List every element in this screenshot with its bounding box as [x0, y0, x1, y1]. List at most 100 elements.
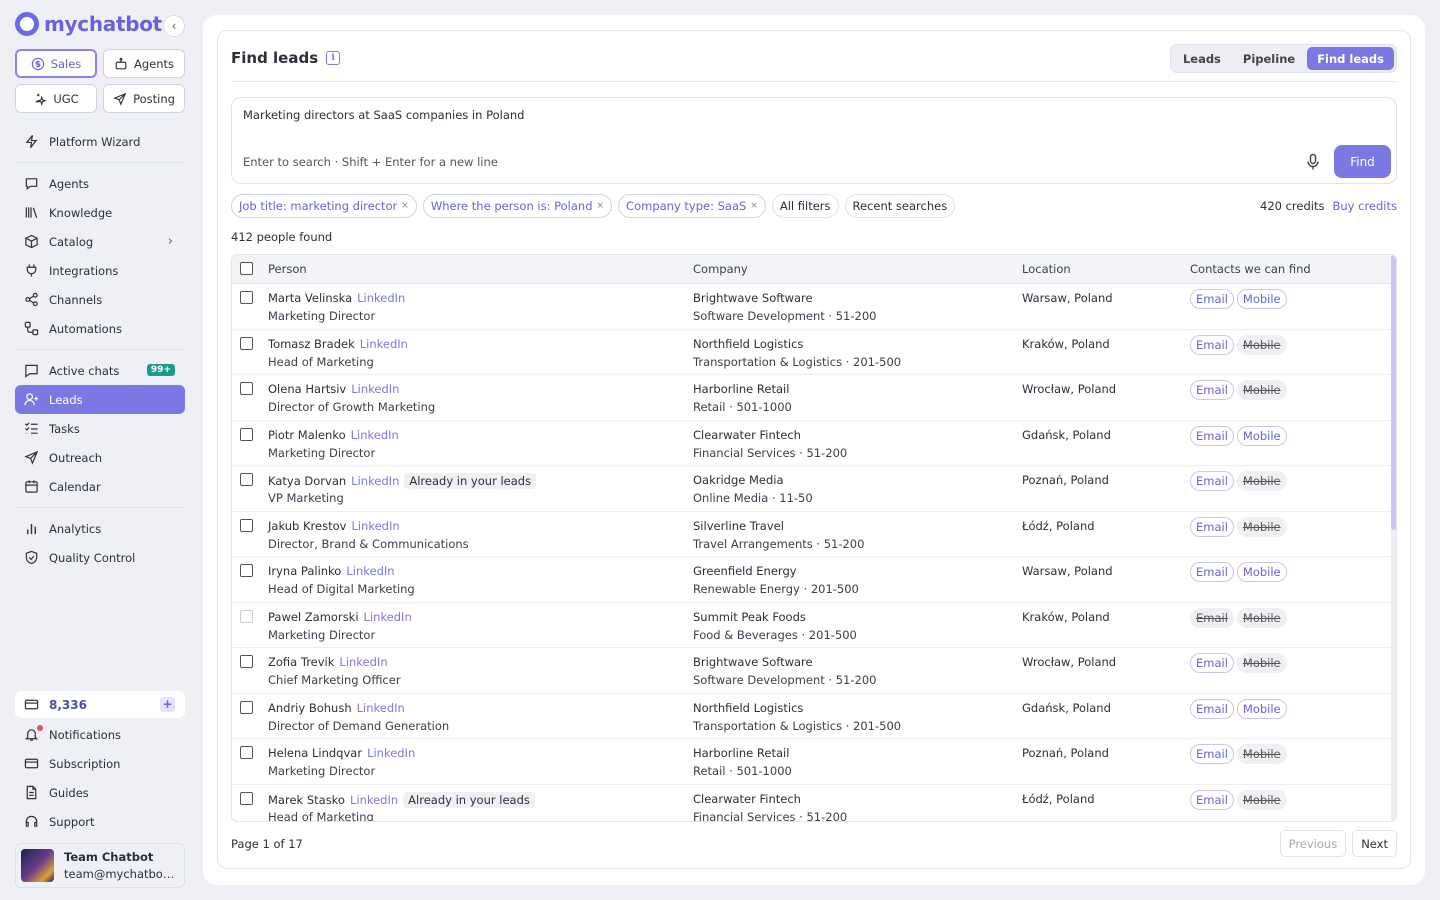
- email-pill[interactable]: Email: [1190, 425, 1234, 446]
- linkedin-link[interactable]: LinkedIn: [367, 746, 415, 760]
- microphone-icon[interactable]: [1305, 153, 1321, 171]
- linkedin-link[interactable]: LinkedIn: [357, 701, 405, 715]
- linkedin-link[interactable]: LinkedIn: [360, 337, 408, 351]
- linkedin-link[interactable]: LinkedIn: [350, 793, 398, 807]
- row-checkbox[interactable]: [240, 609, 253, 623]
- close-icon[interactable]: ×: [401, 201, 409, 211]
- scroll-thumb[interactable]: [1391, 255, 1396, 530]
- tab-leads[interactable]: Leads: [1173, 47, 1231, 70]
- nav-subscription[interactable]: Subscription: [15, 749, 185, 778]
- linkedin-link[interactable]: LinkedIn: [346, 564, 394, 578]
- recent-searches-button[interactable]: Recent searches: [844, 194, 956, 218]
- nav-analytics[interactable]: Analytics: [15, 514, 185, 543]
- email-pill[interactable]: Email: [1190, 698, 1234, 719]
- table-row[interactable]: Olena Hartsiv LinkedIn Director of Growth …: [232, 375, 1396, 421]
- email-pill[interactable]: Email: [1190, 289, 1234, 309]
- nav-integrations[interactable]: Integrations: [15, 256, 185, 285]
- row-checkbox[interactable]: [240, 700, 253, 714]
- email-pill[interactable]: Email: [1190, 653, 1234, 673]
- linkedin-link[interactable]: LinkedIn: [351, 474, 399, 488]
- nav-leads[interactable]: Leads: [15, 385, 185, 414]
- table-row[interactable]: Marek Stasko LinkedIn Already in your lead…: [232, 785, 1396, 821]
- table-row[interactable]: Piotr Malenko LinkedIn Marketing Director C…: [232, 421, 1396, 466]
- search-query[interactable]: Marketing directors at SaaS companies in…: [243, 108, 524, 122]
- tab-pipeline[interactable]: Pipeline: [1233, 47, 1305, 70]
- row-checkbox[interactable]: [240, 473, 253, 486]
- row-checkbox[interactable]: [240, 427, 253, 441]
- row-checkbox[interactable]: [240, 564, 253, 577]
- linkedin-link[interactable]: LinkedIn: [339, 655, 387, 669]
- nav-active-chats[interactable]: Active chats 99+: [15, 356, 185, 385]
- row-checkbox[interactable]: [240, 791, 253, 805]
- select-all-checkbox[interactable]: [240, 262, 253, 275]
- row-checkbox[interactable]: [240, 291, 253, 304]
- nav-platform-wizard[interactable]: Platform Wizard: [15, 127, 185, 156]
- credits-balance[interactable]: 8,336 +: [15, 691, 185, 718]
- logo[interactable]: mychatbot: [15, 12, 162, 36]
- previous-page-button[interactable]: Previous: [1279, 830, 1347, 857]
- filter-chip-location[interactable]: Where the person is: Poland ×: [422, 194, 613, 218]
- table-row[interactable]: Jakub Krestov LinkedIn Director, Brand & C…: [232, 512, 1396, 557]
- nav-tasks[interactable]: Tasks: [15, 414, 185, 443]
- mobile-pill[interactable]: Mobile: [1236, 425, 1287, 446]
- next-page-button[interactable]: Next: [1352, 830, 1397, 857]
- email-pill[interactable]: Email: [1190, 789, 1234, 810]
- table-row[interactable]: Helena Lindqvar LinkedIn Marketing Directo…: [232, 739, 1396, 785]
- tab-find-leads[interactable]: Find leads: [1307, 47, 1394, 70]
- linkedin-link[interactable]: LinkedIn: [351, 519, 399, 533]
- linkedin-link[interactable]: LinkedIn: [364, 610, 412, 624]
- nav-agents[interactable]: Agents: [15, 169, 185, 198]
- search-input[interactable]: Marketing directors at SaaS companies in…: [231, 97, 1397, 184]
- nav-calendar[interactable]: Calendar: [15, 472, 185, 501]
- mode-agents-button[interactable]: Agents: [103, 49, 185, 78]
- linkedin-link[interactable]: LinkedIn: [351, 428, 399, 442]
- email-pill[interactable]: Email: [1190, 516, 1234, 537]
- filter-chip-company-type[interactable]: Company type: SaaS ×: [618, 194, 766, 218]
- row-checkbox[interactable]: [240, 518, 253, 532]
- email-pill[interactable]: Email: [1190, 744, 1234, 764]
- table-scrollbar[interactable]: [1391, 255, 1396, 821]
- mobile-pill[interactable]: Mobile: [1236, 698, 1287, 719]
- nav-guides[interactable]: Guides: [15, 778, 185, 807]
- linkedin-link[interactable]: LinkedIn: [357, 291, 405, 305]
- table-row[interactable]: Iryna Palinko LinkedIn Head of Digital Mar…: [232, 557, 1396, 603]
- info-icon[interactable]: i: [326, 51, 341, 65]
- mode-posting-button[interactable]: Posting: [103, 84, 185, 113]
- find-button[interactable]: Find: [1334, 145, 1391, 178]
- buy-credits-link[interactable]: Buy credits: [1332, 199, 1397, 213]
- all-filters-button[interactable]: All filters: [771, 194, 839, 218]
- mobile-pill[interactable]: Mobile: [1236, 289, 1287, 309]
- table-row[interactable]: Marta Velinska LinkedIn Marketing Director…: [232, 284, 1396, 330]
- row-checkbox[interactable]: [240, 336, 253, 350]
- row-checkbox[interactable]: [240, 655, 253, 668]
- email-pill[interactable]: Email: [1190, 334, 1234, 355]
- email-pill[interactable]: Email: [1190, 562, 1234, 582]
- table-row[interactable]: Katya Dorvan LinkedIn Already in your lead…: [232, 466, 1396, 512]
- table-row[interactable]: Tomasz Bradek LinkedIn Head of Marketing No…: [232, 330, 1396, 375]
- table-row[interactable]: Andriy Bohush LinkedIn Director of Demand …: [232, 694, 1396, 739]
- nav-outreach[interactable]: Outreach: [15, 443, 185, 472]
- user-profile[interactable]: Team Chatbot team@mychatbot.com: [15, 843, 185, 888]
- linkedin-link[interactable]: LinkedIn: [351, 382, 399, 396]
- add-credits-button[interactable]: +: [160, 697, 175, 712]
- row-checkbox[interactable]: [240, 382, 253, 395]
- nav-notifications[interactable]: Notifications: [15, 720, 185, 749]
- mode-ugc-button[interactable]: UGC: [15, 84, 97, 113]
- close-icon[interactable]: ×: [750, 201, 758, 211]
- close-icon[interactable]: ×: [597, 201, 605, 211]
- mode-sales-button[interactable]: Sales: [15, 49, 97, 78]
- row-checkbox[interactable]: [240, 746, 253, 759]
- nav-quality-control[interactable]: Quality Control: [15, 543, 185, 572]
- table-row[interactable]: Pawel Zamorski LinkedIn Marketing Director…: [232, 603, 1396, 648]
- filter-chip-job-title[interactable]: Job title: marketing director ×: [231, 194, 417, 218]
- nav-automations[interactable]: Automations: [15, 314, 185, 343]
- nav-support[interactable]: Support: [15, 807, 185, 836]
- nav-channels[interactable]: Channels: [15, 285, 185, 314]
- collapse-sidebar-button[interactable]: ‹: [163, 15, 185, 37]
- nav-catalog[interactable]: Catalog ›: [15, 227, 185, 256]
- nav-knowledge[interactable]: Knowledge: [15, 198, 185, 227]
- table-row[interactable]: Zofia Trevik LinkedIn Chief Marketing Offi…: [232, 648, 1396, 694]
- email-pill[interactable]: Email: [1190, 380, 1234, 400]
- email-pill[interactable]: Email: [1190, 471, 1234, 491]
- mobile-pill[interactable]: Mobile: [1236, 562, 1287, 582]
